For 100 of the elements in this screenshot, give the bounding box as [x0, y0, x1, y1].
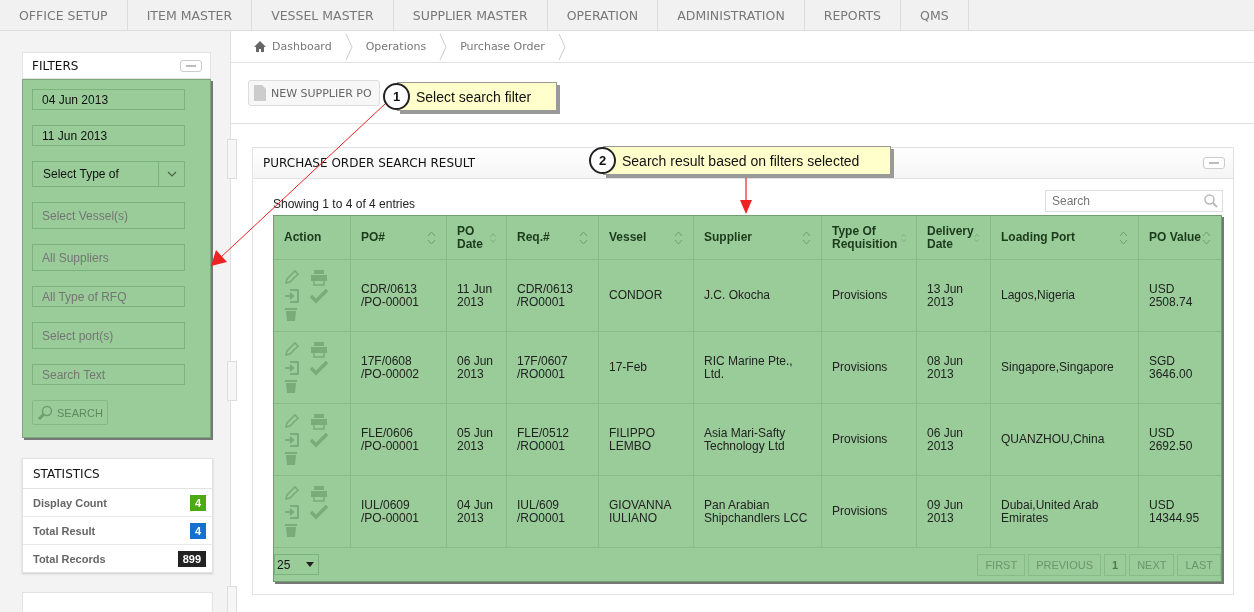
login-icon[interactable]: [284, 504, 300, 520]
panel-title: PURCHASE ORDER SEARCH RESULT: [263, 156, 476, 170]
nav-tab[interactable]: QMS: [901, 0, 969, 30]
panel-title: FILTERS: [32, 58, 79, 73]
nav-tab[interactable]: VESSEL MASTER: [252, 0, 394, 30]
table-cell-text: 17F/0607 /RO0001: [517, 354, 569, 381]
trash-icon[interactable]: [284, 522, 298, 538]
pencil-icon[interactable]: [284, 413, 300, 429]
table-cell-text: Pan Arabian Shipchandlers LCC: [704, 498, 809, 525]
login-icon[interactable]: [284, 288, 300, 304]
check-icon[interactable]: [310, 288, 328, 304]
caret-icon[interactable]: [306, 562, 314, 567]
table-cell: J.C. Okocha: [704, 289, 771, 302]
sort-icon[interactable]: [802, 230, 811, 245]
resize-handle[interactable]: [227, 361, 237, 401]
filter-field[interactable]: Search Text: [32, 364, 185, 385]
chevron-separator-icon: [557, 33, 566, 60]
table-cell: Singapore,Singapore: [1001, 361, 1114, 374]
collapse-button[interactable]: [1203, 157, 1225, 169]
column-header: Delivery Date: [927, 224, 975, 251]
stat-label: Display Count: [33, 496, 107, 509]
table-cell: Provisions: [832, 433, 888, 446]
resize-handle[interactable]: [227, 139, 237, 179]
table-cell-text: CDR/0613 /PO-00001: [361, 282, 421, 309]
search-icon[interactable]: [1204, 194, 1218, 208]
table-cell-text: 05 Jun 2013: [457, 426, 495, 453]
column-header: PO#: [361, 231, 385, 244]
pencil-icon[interactable]: [284, 269, 300, 285]
pagination-button[interactable]: 1: [1104, 553, 1127, 576]
page-size-select[interactable]: 25: [274, 554, 319, 575]
search-button[interactable]: SEARCH: [32, 400, 108, 425]
panel-title: STATISTICS: [23, 459, 212, 489]
sort-icon[interactable]: [579, 230, 588, 245]
table-cell-text: 13 Jun 2013: [927, 282, 965, 309]
table-cell-text: 17F/0608 /PO-00002: [361, 354, 421, 381]
printer-icon[interactable]: [310, 269, 328, 286]
login-icon[interactable]: [284, 360, 300, 376]
trash-icon[interactable]: [284, 378, 298, 394]
table-cell: Provisions: [832, 361, 888, 374]
table-cell-text: IUL/609 /RO0001: [517, 498, 567, 525]
sort-icon[interactable]: [1202, 230, 1211, 245]
pencil-icon[interactable]: [284, 485, 300, 501]
sort-icon[interactable]: [674, 230, 683, 245]
column-header: Supplier: [704, 231, 752, 244]
table-cell-text: FLE/0512 /RO0001: [517, 426, 571, 453]
table-cell-text: FLE/0606 /PO-00001: [361, 426, 421, 453]
printer-icon[interactable]: [310, 341, 328, 358]
sort-icon[interactable]: [489, 230, 496, 245]
search-icon: [37, 404, 53, 421]
breadcrumb-link[interactable]: Dashboard: [254, 40, 332, 53]
printer-icon[interactable]: [310, 485, 328, 502]
pencil-icon[interactable]: [284, 341, 300, 357]
nav-tab[interactable]: OFFICE SETUP: [0, 0, 128, 30]
stat-label: Total Result: [33, 524, 96, 537]
check-icon[interactable]: [310, 504, 328, 520]
count-badge: 4: [189, 522, 206, 539]
table-cell: Lagos,Nigeria: [1001, 289, 1076, 302]
filter-field[interactable]: All Type of RFQ: [32, 286, 185, 307]
table-cell-text: GIOVANNA IULIANO: [609, 498, 673, 525]
table-cell-text: RIC Marine Pte., Ltd.: [704, 354, 794, 381]
chevron-down-icon[interactable]: [166, 171, 177, 177]
collapse-button[interactable]: [180, 59, 202, 72]
table-cell-text: Asia Mari-Safty Technology Ltd: [704, 426, 787, 453]
table-cell-text: USD 14344.95: [1149, 498, 1201, 525]
printer-icon[interactable]: [310, 413, 328, 430]
breadcrumb-link[interactable]: Purchase Order: [460, 40, 545, 53]
sort-icon[interactable]: [1119, 230, 1128, 245]
table-cell: CONDOR: [609, 289, 663, 302]
nav-tab[interactable]: SUPPLIER MASTER: [393, 0, 548, 30]
sort-icon[interactable]: [427, 230, 436, 245]
nav-tab[interactable]: ADMINISTRATION: [658, 0, 805, 30]
breadcrumb-link[interactable]: Operations: [365, 40, 427, 53]
filter-field[interactable]: Select port(s): [32, 322, 185, 349]
column-header: PO Value: [1149, 231, 1202, 244]
table-cell-text: 09 Jun 2013: [927, 498, 965, 525]
check-icon[interactable]: [310, 360, 328, 376]
trash-icon[interactable]: [284, 450, 298, 466]
new-supplier-po-button[interactable]: NEW SUPPLIER PO: [248, 80, 380, 106]
date-field[interactable]: 11 Jun 2013: [32, 125, 185, 146]
table-cell: QUANZHOU,China: [1001, 433, 1105, 446]
table-cell: 17-Feb: [609, 361, 648, 374]
table-cell-text: 04 Jun 2013: [457, 498, 495, 525]
column-header: Type Of Requisition: [832, 224, 899, 251]
table-cell-text: CDR/0613 /RO0001: [517, 282, 575, 309]
trash-icon[interactable]: [284, 306, 298, 322]
filter-field[interactable]: Select Vessel(s): [32, 202, 185, 229]
nav-tab[interactable]: REPORTS: [804, 0, 902, 30]
column-header: PO Date: [457, 224, 484, 251]
date-field[interactable]: 04 Jun 2013: [32, 89, 185, 110]
filter-field[interactable]: All Suppliers: [32, 244, 185, 271]
login-icon[interactable]: [284, 432, 300, 448]
table-cell-text: 11 Jun 2013: [457, 282, 494, 309]
nav-tab[interactable]: OPERATION: [547, 0, 659, 30]
nav-tab[interactable]: ITEM MASTER: [127, 0, 253, 30]
home-icon: [254, 41, 266, 52]
check-icon[interactable]: [310, 432, 328, 448]
search-field[interactable]: Search: [1045, 190, 1223, 212]
type-select[interactable]: Select Type of: [32, 161, 185, 187]
table-cell-text: Dubai,United Arab Emirates: [1001, 498, 1100, 525]
table-cell-text: 06 Jun 2013: [927, 426, 965, 453]
